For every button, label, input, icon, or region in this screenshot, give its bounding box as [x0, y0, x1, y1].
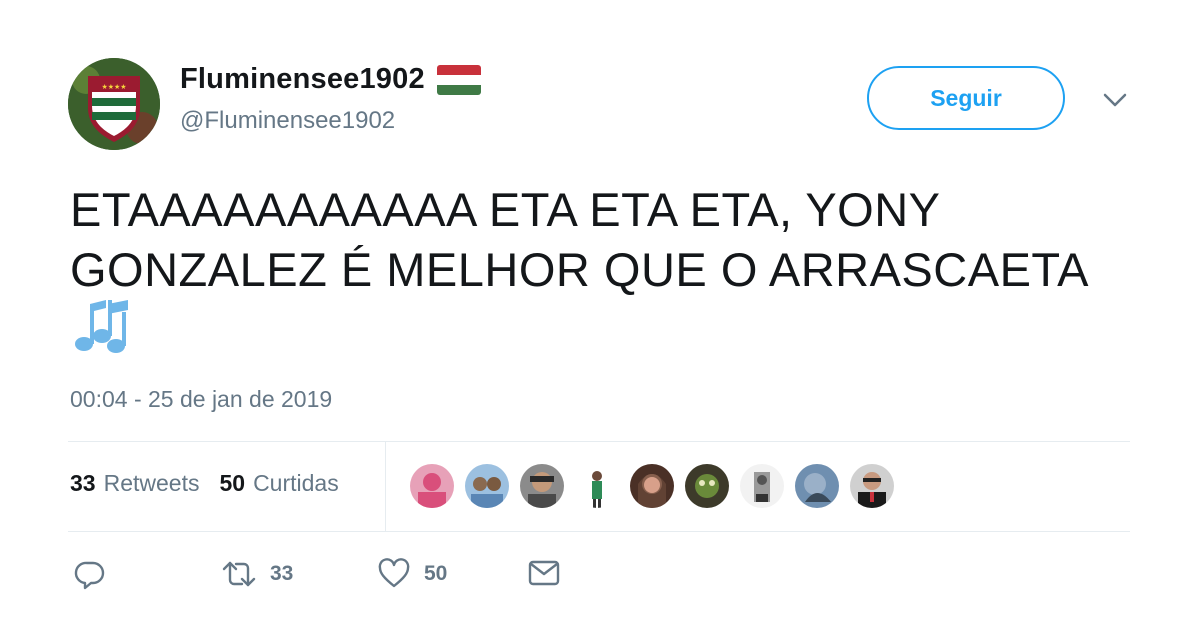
retweets-count: 33 — [70, 470, 96, 496]
liker-avatar-7[interactable] — [740, 464, 784, 508]
author-name-row: Fluminensee1902 — [180, 63, 481, 96]
tweet-actions: 33 50 — [74, 558, 594, 594]
author-display-name[interactable]: Fluminensee1902 — [180, 63, 425, 96]
likers-avatars — [410, 464, 905, 508]
author-handle[interactable]: @Fluminensee1902 — [180, 107, 395, 135]
reply-icon — [74, 561, 105, 590]
like-button[interactable]: 50 — [378, 558, 447, 590]
fluminense-crest-icon: ★★★★ — [68, 58, 160, 150]
svg-text:★★★★: ★★★★ — [101, 83, 126, 91]
liker-avatar-3[interactable] — [520, 464, 564, 508]
liker-avatar-9[interactable] — [850, 464, 894, 508]
liker-avatar-6[interactable] — [685, 464, 729, 508]
likes-count: 50 — [219, 470, 246, 496]
retweets-label: Retweets — [103, 470, 200, 496]
likes-stat[interactable]: 50 Curtidas — [219, 470, 338, 497]
retweet-count: 33 — [270, 562, 294, 585]
tweet-text-line-2: GONZALEZ É MELHOR QUE O ARRASCAETA — [70, 243, 1089, 296]
musical-notes-icon — [72, 296, 136, 356]
liker-avatar-8[interactable] — [795, 464, 839, 508]
retweet-button[interactable]: 33 — [222, 558, 293, 590]
tweet-text-line-1: ETAAAAAAAAAAA ETA ETA ETA, YONY — [70, 183, 941, 236]
envelope-icon — [528, 560, 560, 586]
follow-button[interactable]: Seguir — [867, 66, 1065, 130]
liker-avatar-5[interactable] — [630, 464, 674, 508]
hungary-flag-icon — [436, 64, 481, 95]
tweet-stats: 33 Retweets 50 Curtidas — [70, 470, 339, 497]
tweet-timestamp[interactable]: 00:04 - 25 de jan de 2019 — [70, 386, 332, 413]
divider — [68, 441, 1130, 442]
author-avatar[interactable]: ★★★★ — [68, 58, 160, 150]
chevron-down-icon[interactable] — [1100, 88, 1130, 112]
stats-separator — [385, 442, 386, 531]
reply-button[interactable] — [74, 558, 106, 590]
tweet-card: ★★★★ Fluminensee1902 @Fluminensee1902 Se… — [0, 0, 1200, 642]
tweet-text: ETAAAAAAAAAAA ETA ETA ETA, YONY GONZALEZ… — [70, 180, 1150, 300]
retweet-icon — [222, 561, 256, 587]
liker-avatar-4[interactable] — [575, 464, 619, 508]
divider — [68, 531, 1130, 532]
liker-avatar-1[interactable] — [410, 464, 454, 508]
heart-icon — [378, 558, 410, 588]
retweets-stat[interactable]: 33 Retweets — [70, 470, 199, 497]
liker-avatar-2[interactable] — [465, 464, 509, 508]
like-count: 50 — [424, 562, 448, 585]
direct-message-button[interactable] — [528, 558, 560, 588]
likes-label: Curtidas — [253, 470, 339, 496]
